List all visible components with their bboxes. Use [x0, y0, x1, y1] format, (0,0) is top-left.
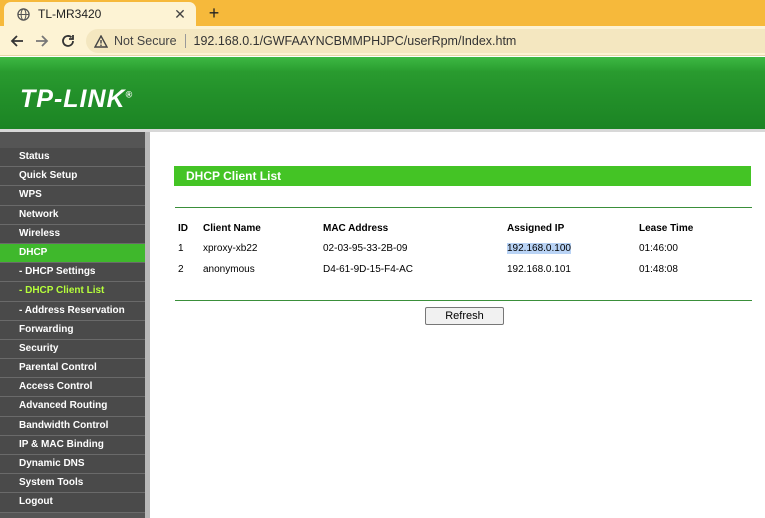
url-text[interactable]: 192.168.0.1/GWFAAYNCBMMPHJPC/userRpm/Ind…	[194, 34, 517, 48]
tab-title: TL-MR3420	[38, 7, 102, 21]
registered-mark: ®	[125, 89, 134, 100]
cell-mac-address: 02-03-95-33-2B-09	[323, 243, 408, 254]
divider-bottom	[175, 300, 752, 301]
sidebar-item-wps[interactable]: WPS	[0, 186, 145, 206]
sidebar-item-dhcp-client-list[interactable]: - DHCP Client List	[0, 282, 145, 302]
warning-icon[interactable]	[94, 34, 108, 48]
tp-link-logo: TP-LINK®	[20, 85, 133, 114]
sidebar-item-dhcp-settings[interactable]: - DHCP Settings	[0, 263, 145, 283]
main-content: DHCP Client List ID Client Name MAC Addr…	[150, 132, 765, 518]
sidebar-item-parental-control[interactable]: Parental Control	[0, 359, 145, 379]
sidebar-item-quick-setup[interactable]: Quick Setup	[0, 167, 145, 187]
cell-lease-time: 01:46:00	[639, 243, 678, 254]
sidebar-item-bandwidth-control[interactable]: Bandwidth Control	[0, 416, 145, 436]
column-header-mac-address: MAC Address	[323, 223, 389, 234]
banner-stripe	[0, 57, 765, 71]
browser-tab[interactable]: TL-MR3420 ✕	[4, 2, 196, 26]
table-row: 1 xproxy-xb22 02-03-95-33-2B-09 192.168.…	[175, 241, 752, 261]
sidebar-item-logout[interactable]: Logout	[0, 493, 145, 513]
reload-icon[interactable]	[57, 30, 79, 52]
table-row: 2 anonymous D4-61-9D-15-F4-AC 192.168.0.…	[175, 262, 752, 282]
column-header-assigned-ip: Assigned IP	[507, 223, 565, 234]
sidebar-item-advanced-routing[interactable]: Advanced Routing	[0, 397, 145, 417]
cell-client-name: xproxy-xb22	[203, 243, 258, 254]
column-header-lease-time: Lease Time	[639, 223, 694, 234]
table-header: ID Client Name MAC Address Assigned IP L…	[175, 221, 752, 241]
cell-client-name: anonymous	[203, 264, 255, 275]
not-secure-label[interactable]: Not Secure	[114, 34, 177, 48]
section-title: DHCP Client List	[174, 166, 751, 186]
cell-lease-time: 01:48:08	[639, 264, 678, 275]
back-icon[interactable]	[6, 30, 28, 52]
cell-assigned-ip[interactable]: 192.168.0.100	[507, 243, 571, 254]
sidebar: Status Quick Setup WPS Network Wireless …	[0, 132, 150, 518]
sidebar-item-ip-mac-binding[interactable]: IP & MAC Binding	[0, 435, 145, 455]
column-header-client-name: Client Name	[203, 223, 261, 234]
browser-tab-strip: TL-MR3420 ✕ +	[0, 0, 765, 26]
sidebar-menu: Status Quick Setup WPS Network Wireless …	[0, 148, 145, 513]
browser-toolbar: Not Secure 192.168.0.1/GWFAAYNCBMMPHJPC/…	[0, 26, 765, 56]
globe-icon	[16, 7, 30, 21]
address-bar[interactable]: Not Secure 192.168.0.1/GWFAAYNCBMMPHJPC/…	[86, 29, 765, 53]
cell-mac-address: D4-61-9D-15-F4-AC	[323, 264, 414, 275]
sidebar-item-network[interactable]: Network	[0, 205, 145, 225]
sidebar-item-system-tools[interactable]: System Tools	[0, 474, 145, 494]
sidebar-item-wireless[interactable]: Wireless	[0, 224, 145, 244]
cell-assigned-ip: 192.168.0.101	[507, 264, 571, 275]
sidebar-item-dhcp[interactable]: DHCP	[0, 243, 145, 264]
sidebar-item-security[interactable]: Security	[0, 339, 145, 360]
close-icon[interactable]: ✕	[172, 6, 188, 22]
divider	[184, 34, 186, 48]
sidebar-item-address-reservation[interactable]: - Address Reservation	[0, 301, 145, 321]
cell-id: 1	[178, 243, 184, 254]
column-header-id: ID	[178, 223, 188, 234]
cell-id: 2	[178, 264, 184, 275]
banner: TP-LINK®	[0, 57, 765, 129]
logo-text: TP-LINK	[20, 85, 126, 113]
router-page: TP-LINK® Status Quick Setup WPS Network …	[0, 57, 765, 518]
refresh-button[interactable]: Refresh	[425, 307, 504, 325]
new-tab-icon[interactable]: +	[204, 3, 224, 23]
sidebar-item-forwarding[interactable]: Forwarding	[0, 320, 145, 340]
sidebar-item-status[interactable]: Status	[0, 148, 145, 168]
sidebar-item-dynamic-dns[interactable]: Dynamic DNS	[0, 455, 145, 475]
divider-top	[175, 207, 752, 208]
forward-icon[interactable]	[31, 30, 53, 52]
sidebar-item-access-control[interactable]: Access Control	[0, 378, 145, 398]
